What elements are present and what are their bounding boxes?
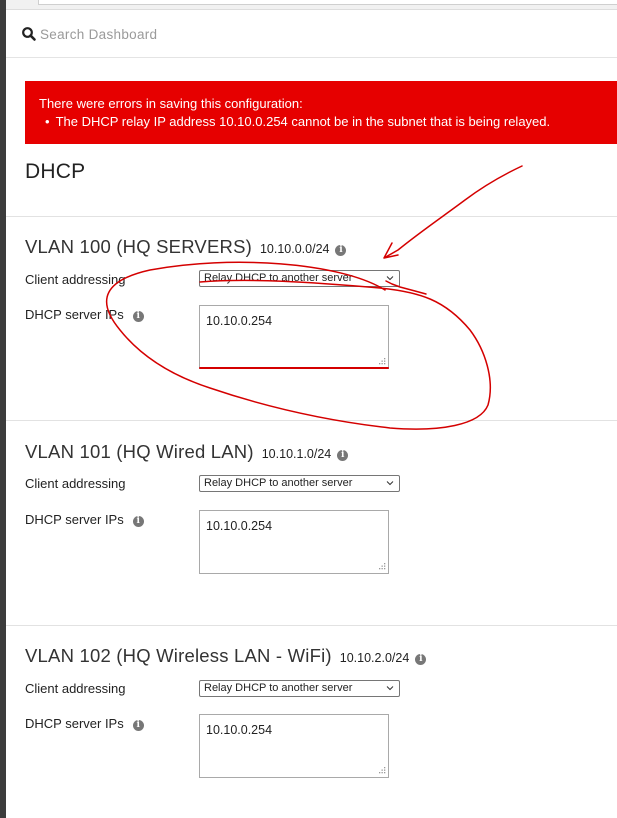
client-addressing-select[interactable]: Relay DHCP to another server [199, 680, 400, 697]
page-title: DHCP [25, 160, 86, 183]
info-icon[interactable]: i [132, 311, 144, 322]
client-addressing-value: Relay DHCP to another server [204, 682, 353, 694]
client-addressing-label: Client addressing [25, 681, 126, 696]
chevron-down-icon [386, 686, 394, 691]
dhcp-server-ips-input[interactable]: 10.10.0.254 [199, 510, 389, 574]
client-addressing-select[interactable]: Relay DHCP to another server [199, 475, 400, 492]
dhcp-server-ips-label: DHCP server IPs i [25, 716, 144, 731]
error-list: The DHCP relay IP address 10.10.0.254 ca… [39, 113, 617, 131]
vlan-name: VLAN 100 (HQ SERVERS) [25, 236, 252, 257]
client-addressing-value: Relay DHCP to another server [204, 272, 353, 284]
dhcp-server-ips-value: 10.10.0.254 [206, 314, 273, 328]
dhcp-server-ips-label: DHCP server IPs i [25, 512, 144, 527]
search-input[interactable] [40, 22, 600, 46]
info-icon[interactable]: i [337, 450, 349, 461]
info-icon[interactable]: i [132, 720, 144, 731]
info-icon[interactable]: i [415, 654, 427, 665]
dhcp-server-ips-value: 10.10.0.254 [206, 519, 273, 533]
info-icon[interactable]: i [335, 245, 347, 256]
section-divider [6, 625, 617, 626]
window-edge [0, 0, 6, 818]
resize-grip-icon[interactable] [377, 562, 386, 571]
client-addressing-label: Client addressing [25, 476, 126, 491]
client-addressing-select[interactable]: Relay DHCP to another server [199, 270, 400, 287]
section-divider [6, 420, 617, 421]
vlan-name: VLAN 102 (HQ Wireless LAN - WiFi) [25, 645, 332, 666]
section-divider [6, 216, 617, 217]
vlan-heading: VLAN 100 (HQ SERVERS) 10.10.0.0/24 i [25, 236, 347, 258]
top-strip [6, 0, 617, 10]
vlan-subnet: 10.10.2.0/24 [339, 651, 410, 665]
chevron-down-icon [386, 481, 394, 486]
dhcp-server-ips-label: DHCP server IPs i [25, 307, 144, 322]
error-heading: There were errors in saving this configu… [39, 96, 303, 111]
dhcp-server-ips-input[interactable]: 10.10.0.254 [199, 305, 389, 369]
dhcp-server-ips-value: 10.10.0.254 [206, 723, 273, 737]
client-addressing-value: Relay DHCP to another server [204, 477, 353, 489]
vlan-subnet: 10.10.1.0/24 [261, 447, 332, 461]
vlan-heading: VLAN 102 (HQ Wireless LAN - WiFi) 10.10.2… [25, 645, 427, 667]
annotation-arrow-icon [383, 165, 523, 259]
vlan-heading: VLAN 101 (HQ Wired LAN) 10.10.1.0/24 i [25, 441, 349, 463]
info-icon[interactable]: i [132, 516, 144, 527]
dhcp-server-ips-input[interactable]: 10.10.0.254 [199, 714, 389, 778]
vlan-name: VLAN 101 (HQ Wired LAN) [25, 441, 254, 462]
resize-grip-icon[interactable] [377, 357, 386, 366]
error-banner: There were errors in saving this configu… [25, 81, 617, 144]
vlan-subnet: 10.10.0.0/24 [259, 242, 330, 256]
search-bar [6, 10, 617, 58]
client-addressing-label: Client addressing [25, 272, 126, 287]
chevron-down-icon [386, 276, 394, 281]
error-item: The DHCP relay IP address 10.10.0.254 ca… [39, 113, 617, 131]
search-icon [22, 27, 36, 41]
resize-grip-icon[interactable] [377, 766, 386, 775]
